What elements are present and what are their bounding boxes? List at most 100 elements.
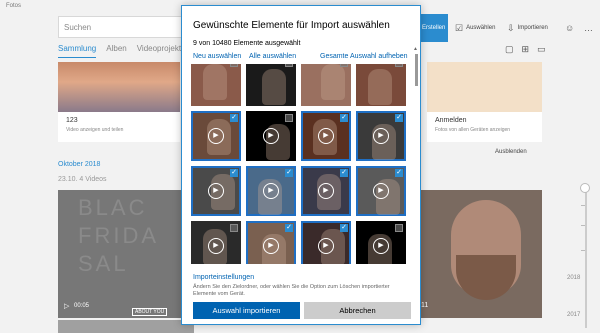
video-overlay-text: BLAC FRIDA SAL xyxy=(78,195,159,276)
clear-selection-link[interactable]: Gesamte Auswahl aufheben xyxy=(320,53,408,60)
checkbox-icon[interactable] xyxy=(230,224,238,232)
signin-card[interactable]: Anmelden Fotos von allen Geräten anzeige… xyxy=(427,62,542,142)
checklist-icon: ☑ xyxy=(455,22,464,33)
photo-subject xyxy=(262,69,286,105)
play-icon: ▶ xyxy=(318,238,334,254)
thumbnail-item[interactable] xyxy=(356,64,406,106)
play-icon: ▶ xyxy=(373,183,389,199)
play-icon: ▶ xyxy=(263,183,279,199)
beard-shape xyxy=(456,255,516,300)
card-subtitle: Fotos von allen Geräten anzeigen xyxy=(435,127,511,133)
thumbnail-item[interactable]: ▶ ✓ xyxy=(356,166,406,216)
play-icon: ▶ xyxy=(263,128,279,144)
checkbox-icon[interactable] xyxy=(285,64,293,67)
video-number: 11 xyxy=(421,302,429,309)
cancel-button[interactable]: Abbrechen xyxy=(304,302,411,319)
thumbnail-item[interactable]: ▶ ✓ xyxy=(301,166,351,216)
thumbnail-item[interactable]: ▶ ✓ xyxy=(191,166,241,216)
select-label: Auswählen xyxy=(466,25,496,31)
timeline-tick xyxy=(581,225,585,226)
play-icon: ▶ xyxy=(263,238,279,254)
checkbox-icon[interactable]: ✓ xyxy=(285,169,293,177)
account-button[interactable]: ☺ xyxy=(565,14,574,42)
section-subtitle: 23.10. 4 Videos xyxy=(58,176,107,183)
import-selected-button[interactable]: Auswahl importieren xyxy=(193,302,300,319)
video-tag: ABOUT YOU xyxy=(132,308,168,316)
selection-count: 9 von 10480 Elemente ausgewählt xyxy=(193,40,301,47)
thumbnail-item[interactable] xyxy=(246,64,296,106)
thumbnail-item[interactable]: ▶ xyxy=(356,221,406,264)
checkbox-icon[interactable] xyxy=(285,114,293,122)
play-icon: ▶ xyxy=(318,183,334,199)
thumbnail-item[interactable]: ▶ ✓ xyxy=(246,166,296,216)
video-thumbnail[interactable]: BLAC FRIDA SAL ▷ 00:05 ABOUT YOU xyxy=(58,190,194,318)
select-button[interactable]: ☑ Auswählen xyxy=(455,14,495,42)
thumbnail-item[interactable]: ▶ ✓ xyxy=(301,221,351,264)
scrollbar-thumb[interactable] xyxy=(415,54,418,86)
checkbox-icon[interactable] xyxy=(340,64,348,67)
thumbnail-item[interactable] xyxy=(191,64,241,106)
import-button[interactable]: ⇩ Importieren xyxy=(507,14,548,42)
timeline-tick xyxy=(581,250,585,251)
video-thumbnail[interactable]: 11 xyxy=(421,190,542,318)
timeline-tick xyxy=(581,205,585,206)
select-new-link[interactable]: Neu auswählen xyxy=(193,53,241,60)
more-icon: … xyxy=(584,23,593,33)
nav-tabs: Sammlung Alben Videoprojekte xyxy=(58,44,186,58)
checkbox-icon[interactable]: ✓ xyxy=(230,114,238,122)
import-settings-link[interactable]: Importeinstellungen xyxy=(193,274,254,281)
thumbnail-grid-viewport: ▶ ✓ ▶ ▶ ✓ ▶ ✓ ▶ ✓ ▶ ✓ ▶ ✓ ▶ ✓ ▶ ▶ ✓ ▶ ✓ ▶ xyxy=(191,64,412,264)
checkbox-icon[interactable]: ✓ xyxy=(285,224,293,232)
small-grid-icon[interactable]: ⊞ xyxy=(522,44,530,55)
photo-subject xyxy=(321,64,345,100)
checkbox-icon[interactable]: ✓ xyxy=(395,114,403,122)
checkbox-icon[interactable] xyxy=(395,224,403,232)
checkbox-icon[interactable]: ✓ xyxy=(340,114,348,122)
photo-subject xyxy=(203,64,227,100)
import-label: Importieren xyxy=(517,25,548,31)
section-title: Oktober 2018 xyxy=(58,161,101,168)
timeline-year[interactable]: 2018 xyxy=(567,275,580,281)
play-icon: ▶ xyxy=(208,238,224,254)
tab-videoprojekte[interactable]: Videoprojekte xyxy=(137,44,186,58)
checkbox-icon[interactable]: ✓ xyxy=(340,169,348,177)
video-thumbnail[interactable] xyxy=(58,320,194,333)
checkbox-icon[interactable]: ✓ xyxy=(230,169,238,177)
more-button[interactable]: … xyxy=(584,14,593,42)
thumbnail-item[interactable]: ▶ xyxy=(246,111,296,161)
list-icon[interactable]: ▭ xyxy=(537,44,546,55)
timeline-year[interactable]: 2017 xyxy=(567,312,580,318)
thumbnail-item[interactable]: ▶ xyxy=(191,221,241,264)
thumbnail-item[interactable] xyxy=(301,64,351,106)
scroll-up-icon[interactable]: ▲ xyxy=(413,46,418,52)
dialog-scrollbar[interactable]: ▲ xyxy=(413,46,418,266)
card-thumbnail xyxy=(58,62,180,112)
memory-card[interactable]: 123 Video anzeigen und teilen xyxy=(58,62,180,142)
timeline-track[interactable] xyxy=(585,188,587,328)
tab-alben[interactable]: Alben xyxy=(106,44,126,58)
video-duration: 00:05 xyxy=(74,303,90,309)
large-grid-icon[interactable]: ▢ xyxy=(505,44,514,55)
play-icon: ▶ xyxy=(208,128,224,144)
thumbnail-item[interactable]: ▶ ✓ xyxy=(191,111,241,161)
thumbnail-item[interactable]: ▶ ✓ xyxy=(246,221,296,264)
play-icon: ▶ xyxy=(208,183,224,199)
view-toggle: ▢ ⊞ ▭ xyxy=(505,44,546,55)
timeline-handle[interactable] xyxy=(580,183,590,193)
play-icon: ▶ xyxy=(373,128,389,144)
create-button[interactable]: Erstellen xyxy=(420,14,448,42)
play-icon: ▶ xyxy=(318,128,334,144)
checkbox-icon[interactable] xyxy=(230,64,238,67)
thumbnail-item[interactable]: ▶ ✓ xyxy=(301,111,351,161)
thumbnail-grid: ▶ ✓ ▶ ▶ ✓ ▶ ✓ ▶ ✓ ▶ ✓ ▶ ✓ ▶ ✓ ▶ ▶ ✓ ▶ ✓ ▶ xyxy=(191,64,406,264)
import-dialog: Gewünschte Elemente für Import auswählen… xyxy=(181,5,421,325)
checkbox-icon[interactable]: ✓ xyxy=(395,169,403,177)
checkbox-icon[interactable] xyxy=(395,64,403,67)
thumbnail-item[interactable]: ▶ ✓ xyxy=(356,111,406,161)
checkbox-icon[interactable]: ✓ xyxy=(340,224,348,232)
card-subtitle: Video anzeigen und teilen xyxy=(66,127,124,133)
person-icon: ☺ xyxy=(565,23,575,33)
tab-sammlung[interactable]: Sammlung xyxy=(58,44,97,58)
dismiss-button[interactable]: Ausblenden xyxy=(495,149,527,155)
select-all-link[interactable]: Alle auswählen xyxy=(249,53,296,60)
